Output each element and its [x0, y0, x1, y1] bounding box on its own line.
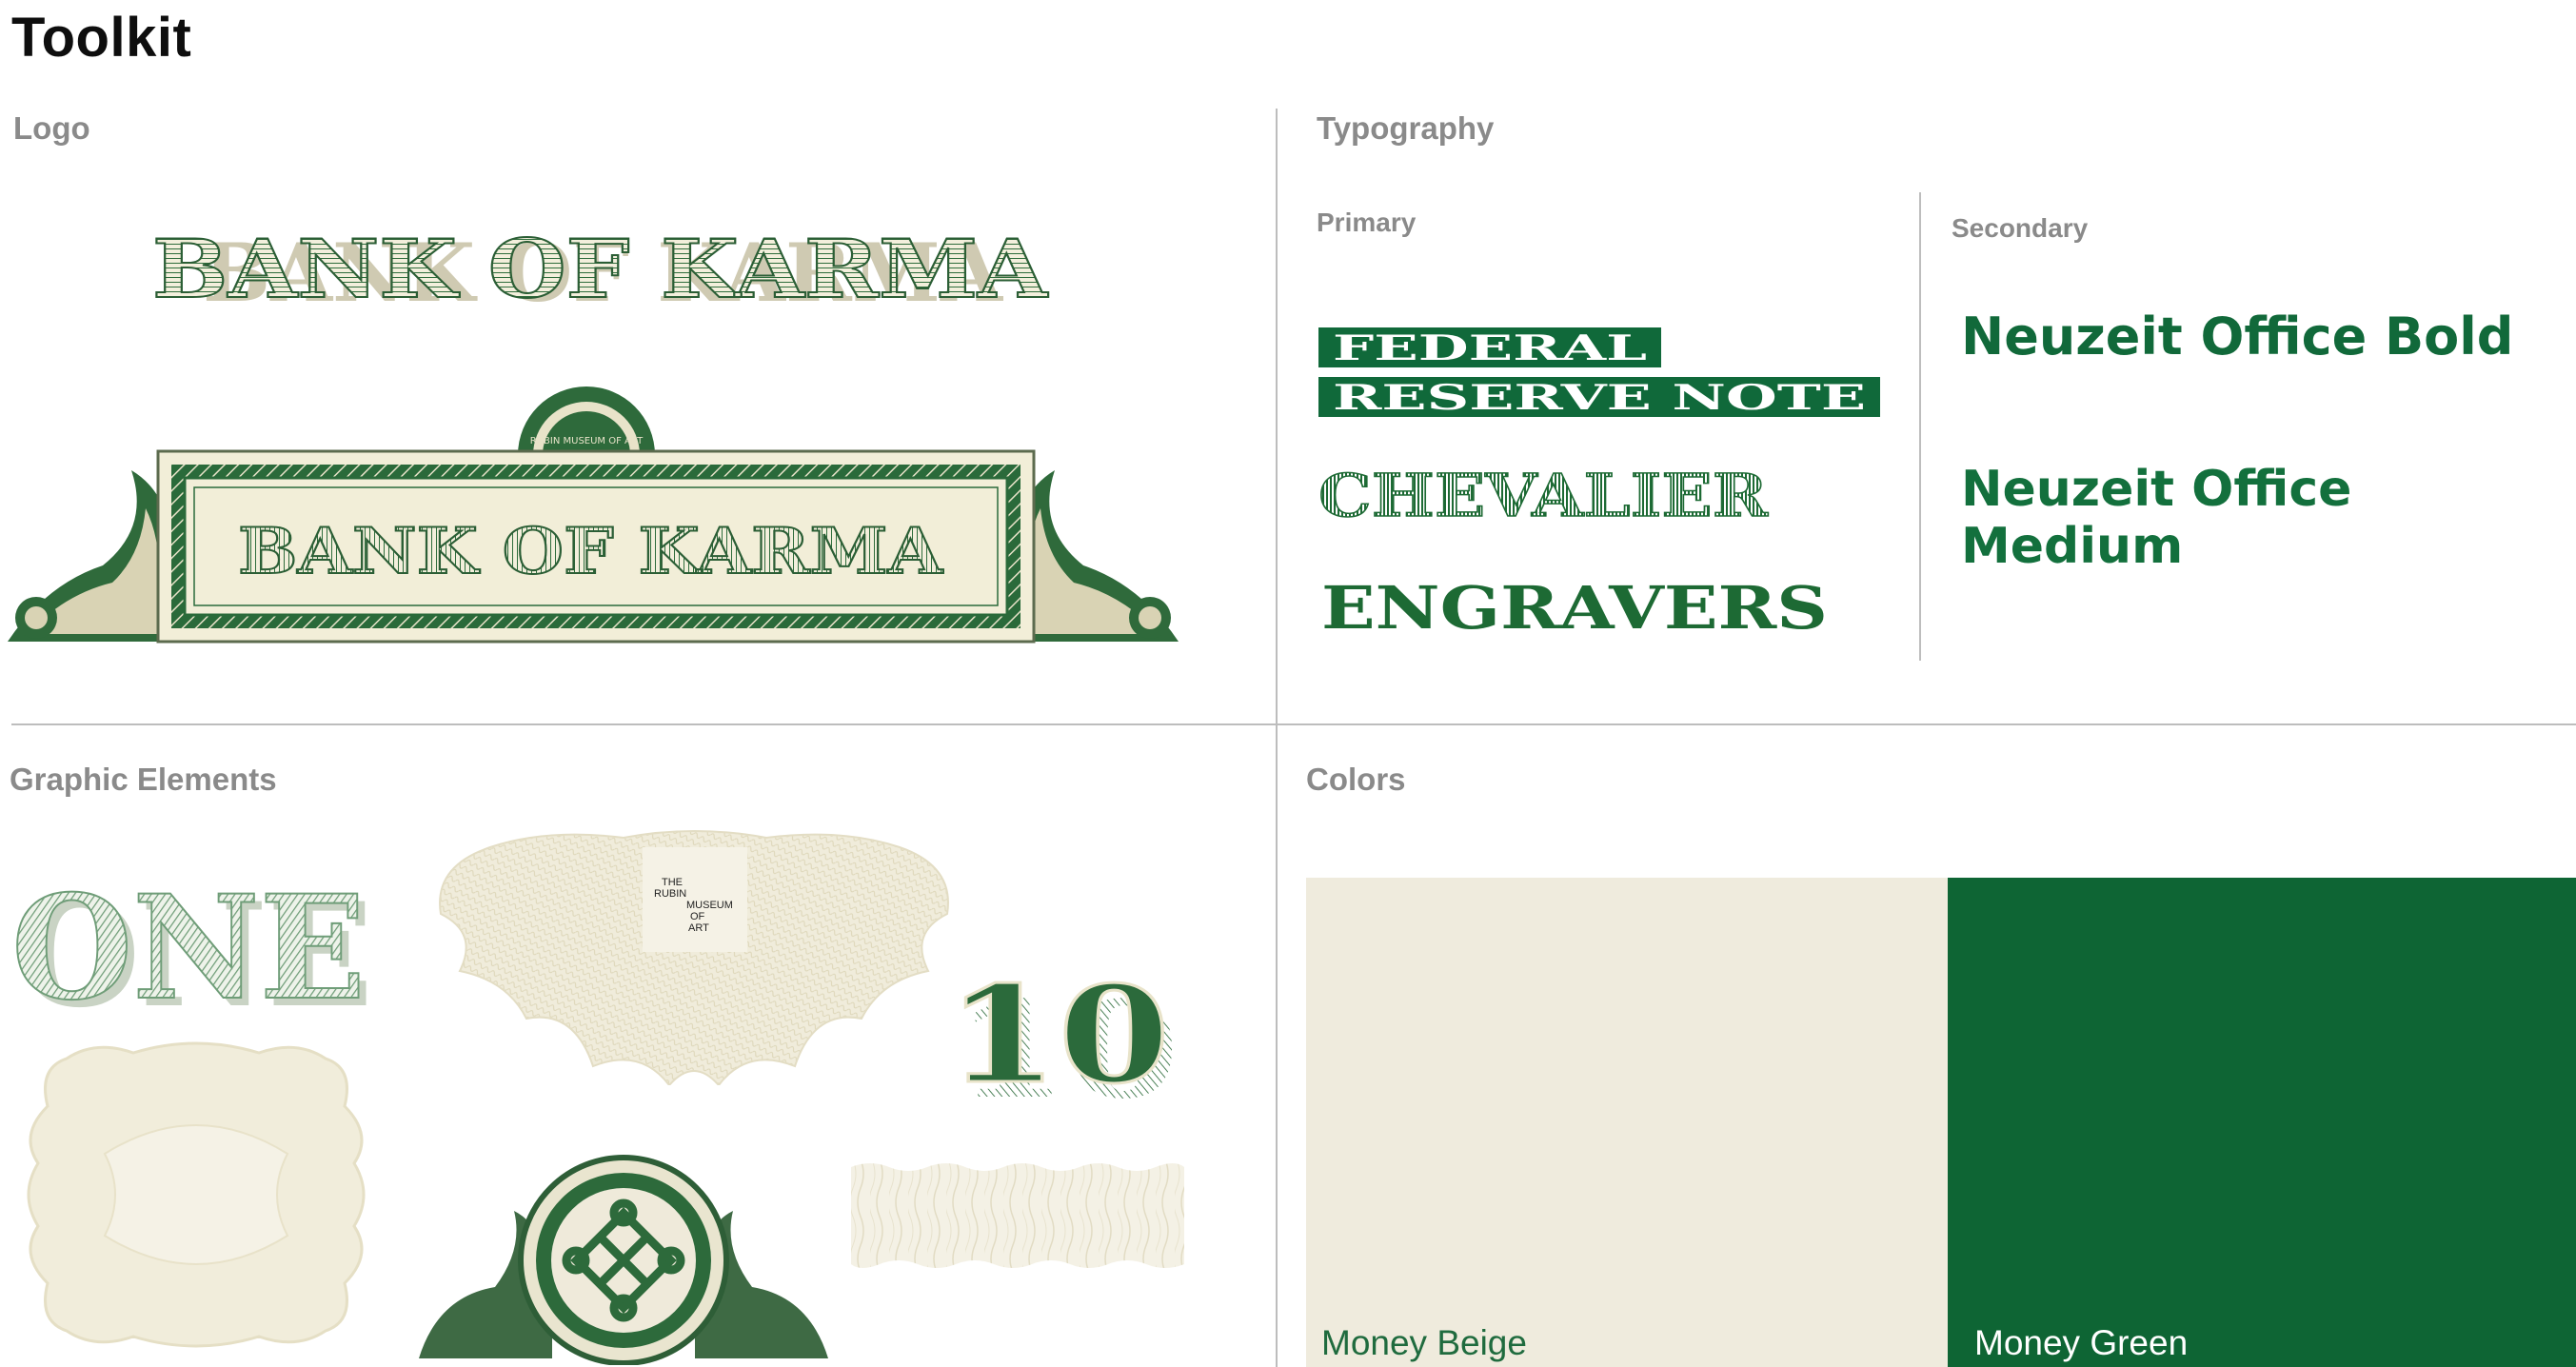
primary-label: Primary — [1317, 208, 1417, 237]
horizontal-divider — [11, 723, 2576, 725]
svg-text:RUBIN MUSEUM OF ART: RUBIN MUSEUM OF ART — [530, 436, 644, 446]
logo-section-title: Logo — [13, 110, 90, 146]
one-graphic: ONE ONE — [11, 874, 378, 1012]
museum-text-2: RUBIN — [654, 888, 686, 900]
font-chevalier: CHEVALIER — [1318, 463, 1769, 524]
secondary-label: Secondary — [1952, 213, 2089, 243]
swatch-money-beige: Money Beige — [1306, 878, 1948, 1367]
typography-section-title: Typography — [1317, 110, 1495, 146]
font-engravers: ENGRAVERS — [1321, 575, 1828, 636]
banner-text: BANK OF KARMA — [238, 514, 943, 588]
endless-knot-medallion — [419, 1154, 828, 1365]
ten-text: 10 — [946, 973, 1170, 1101]
museum-text-3: MUSEUM — [686, 900, 733, 911]
colors-section-title: Colors — [1306, 762, 1406, 797]
swatch-label-green: Money Green — [1974, 1323, 2189, 1362]
museum-text-5: ART — [688, 922, 709, 934]
logo-wordmark: BANK OF KARMA BANK OF KARMA — [143, 225, 1057, 310]
font-reserve-note: RESERVE NOTE — [1333, 378, 1866, 418]
swatch-money-green: Money Green — [1948, 878, 2576, 1367]
graphic-elements-title: Graphic Elements — [10, 762, 277, 797]
font-sample-engravers: ENGRAVERS — [1321, 575, 1831, 636]
page-title: Toolkit — [11, 7, 192, 69]
guilloche-rosette: THE RUBIN MUSEUM OF ART — [433, 828, 955, 1085]
museum-text-1: THE — [662, 877, 683, 888]
logo-banner: RUBIN MUSEUM OF ART BANK OF KARMA — [8, 385, 1179, 647]
font-federal: FEDERAL — [1333, 328, 1647, 368]
ornamental-frame — [19, 1040, 373, 1350]
ten-graphic: 10 10 — [942, 973, 1185, 1101]
font-neuzeit-medium: Neuzeit Office Medium — [1961, 461, 2352, 575]
wave-pattern — [851, 1159, 1184, 1272]
vertical-divider — [1276, 109, 1278, 1367]
museum-text-4: OF — [690, 911, 705, 922]
one-text: ONE — [11, 874, 366, 1012]
font-neuzeit-bold: Neuzeit Office Bold — [1961, 307, 2514, 367]
swatch-label-beige: Money Beige — [1321, 1323, 1527, 1362]
font-sample-chevalier: CHEVALIER — [1318, 463, 1771, 524]
typography-divider — [1919, 192, 1921, 661]
font-sample-federal: FEDERAL RESERVE NOTE — [1318, 327, 1880, 418]
wordmark-text: BANK OF KARMA — [152, 225, 1049, 310]
